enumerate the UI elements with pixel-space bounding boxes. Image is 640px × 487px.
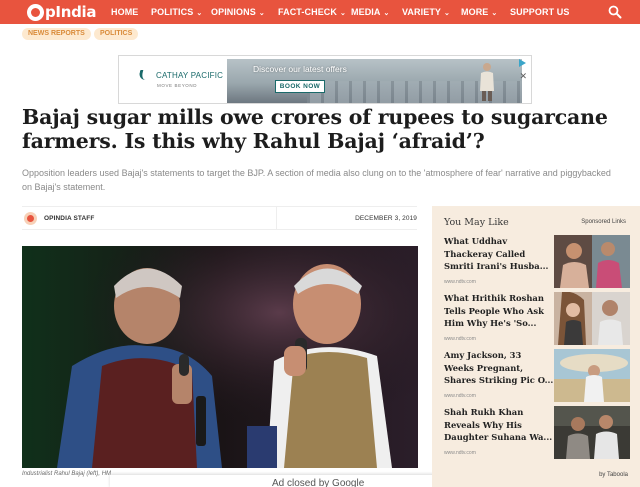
sidebar-item-thumbnail[interactable] — [554, 349, 630, 402]
sponsored-sidebar: You May Like Sponsored Links What Uddhav… — [432, 206, 640, 487]
sidebar-item[interactable]: What Hrithik Roshan Tells People Who Ask… — [444, 292, 630, 348]
sponsored-label[interactable]: Sponsored Links — [581, 219, 626, 225]
taboola-credit[interactable]: by Taboola — [599, 472, 628, 478]
sidebar-item-title[interactable]: What Uddhav Thackeray Called Smriti Iran… — [444, 235, 554, 273]
sidebar-item-source: www.ndtv.com — [444, 393, 476, 399]
nav-item-politics[interactable]: POLITICS ⌄ — [151, 7, 202, 17]
sidebar-item-title[interactable]: Shah Rukh Khan Reveals Why His Daughter … — [444, 406, 554, 444]
chevron-down-icon: ⌄ — [258, 10, 265, 17]
nav-item-media[interactable]: MEDIA ⌄ — [351, 7, 389, 17]
logo-text: pIndia — [45, 3, 97, 21]
ad-choices-icon[interactable] — [517, 58, 527, 68]
close-icon[interactable]: ✕ — [519, 71, 527, 82]
article-standfirst: Opposition leaders used Bajaj's statemen… — [22, 168, 611, 192]
chevron-down-icon: ⌄ — [196, 10, 203, 17]
sidebar-item-title[interactable]: What Hrithik Roshan Tells People Who Ask… — [444, 292, 554, 330]
sidebar-item[interactable]: Shah Rukh Khan Reveals Why His Daughter … — [444, 406, 630, 462]
top-nav: pIndia HOME POLITICS ⌄ OPINIONS ⌄ FACT-CHE… — [0, 0, 640, 24]
nav-item-fact-check[interactable]: FACT-CHECK ⌄ — [278, 7, 346, 17]
nav-item-opinions[interactable]: OPINIONS ⌄ — [211, 7, 265, 17]
article-hero-image — [22, 246, 418, 468]
byline-divider — [276, 206, 277, 230]
author-avatar-icon — [24, 212, 37, 225]
sidebar-item[interactable]: Amy Jackson, 33 Weeks Pregnant, Shares S… — [444, 349, 630, 405]
chevron-down-icon: ⌄ — [444, 10, 451, 17]
chevron-down-icon: ⌄ — [383, 10, 390, 17]
byline: OPINDIA STAFF DECEMBER 3, 2019 — [22, 206, 417, 230]
nav-item-variety[interactable]: VARIETY ⌄ — [402, 7, 450, 17]
tag-news-reports[interactable]: NEWS REPORTS — [22, 28, 91, 40]
sidebar-item-title[interactable]: Amy Jackson, 33 Weeks Pregnant, Shares S… — [444, 349, 554, 387]
publish-date: DECEMBER 3, 2019 — [355, 215, 417, 222]
sidebar-item-source: www.ndtv.com — [444, 279, 476, 285]
chevron-down-icon: ⌄ — [491, 10, 498, 17]
image-caption: Industrialist Rahul Bajaj (left), HM — [22, 471, 112, 477]
ad-brand-tagline: MOVE BEYOND — [157, 83, 198, 88]
ad-banner[interactable]: CATHAY PACIFIC MOVE BEYOND Discover our … — [118, 55, 532, 104]
sidebar-item-thumbnail[interactable] — [554, 292, 630, 345]
nav-item-more[interactable]: MORE ⌄ — [461, 7, 497, 17]
sidebar-title: You May Like — [444, 217, 509, 228]
sidebar-item-thumbnail[interactable] — [554, 406, 630, 459]
chevron-down-icon: ⌄ — [340, 10, 346, 17]
site-logo[interactable]: pIndia — [27, 3, 97, 21]
tag-politics[interactable]: POLITICS — [94, 28, 139, 40]
search-icon[interactable] — [608, 5, 622, 19]
ad-person-image — [480, 63, 494, 101]
brushwing-icon — [137, 70, 155, 80]
sidebar-item-source: www.ndtv.com — [444, 336, 476, 342]
sidebar-item-source: www.ndtv.com — [444, 450, 476, 456]
logo-mark-icon — [27, 3, 44, 21]
sidebar-item-thumbnail[interactable] — [554, 235, 630, 288]
sidebar-item[interactable]: What Uddhav Thackeray Called Smriti Iran… — [444, 235, 630, 291]
author-name[interactable]: OPINDIA STAFF — [44, 215, 94, 222]
ad-closed-text: Ad closed by Google — [272, 478, 365, 487]
ad-headline: Discover our latest offers — [253, 64, 347, 74]
ad-book-now-button[interactable]: BOOK NOW — [275, 80, 325, 93]
ad-brand-logo: CATHAY PACIFIC — [137, 70, 223, 80]
article-headline: Bajaj sugar mills owe crores of rupees t… — [22, 105, 608, 153]
nav-item-support-us[interactable]: SUPPORT US — [510, 7, 570, 17]
nav-item-home[interactable]: HOME — [111, 7, 138, 17]
